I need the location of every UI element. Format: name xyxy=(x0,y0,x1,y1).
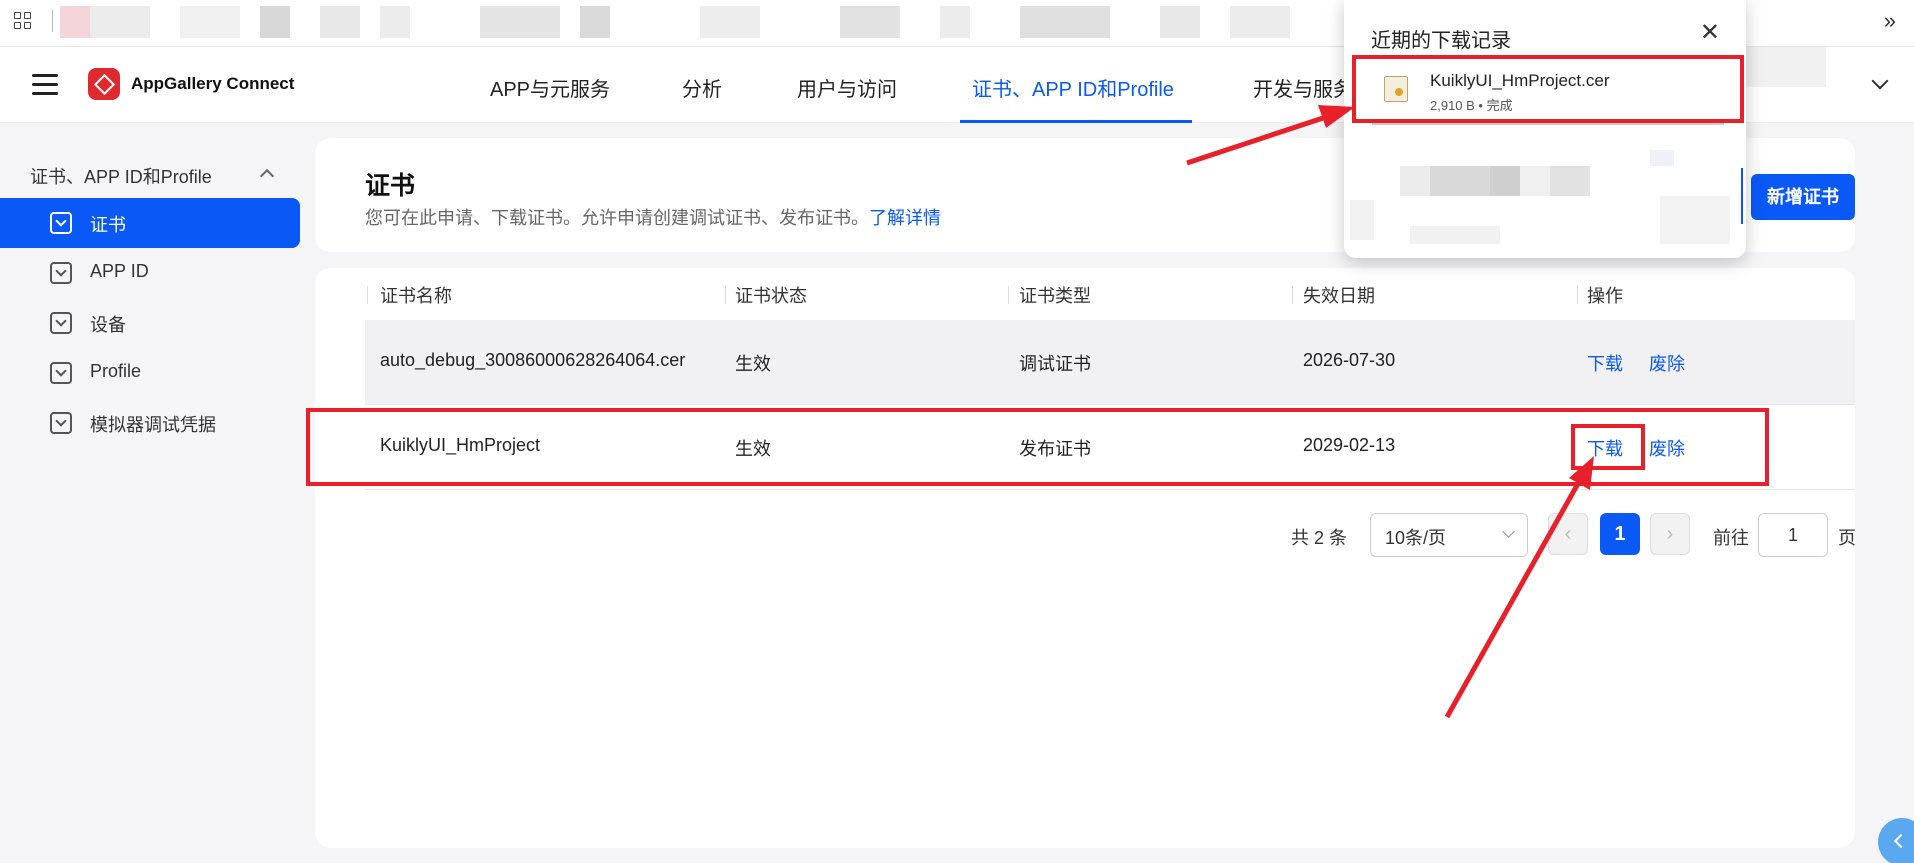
page-suffix: 页 xyxy=(1838,528,1856,548)
column-separator xyxy=(725,286,726,304)
description-text: 您可在此申请、下载证书。允许申请创建调试证书、发布证书。 xyxy=(365,208,869,228)
current-page[interactable]: 1 xyxy=(1600,513,1640,555)
page-size-value: 10条/页 xyxy=(1385,528,1447,548)
downloads-title: 近期的下载记录 xyxy=(1371,30,1511,52)
sidebar-item-profile[interactable]: Profile xyxy=(0,348,300,398)
blurred-download-list xyxy=(1350,150,1740,244)
page-description: 您可在此申请、下载证书。允许申请创建调试证书、发布证书。了解详情 xyxy=(365,204,941,230)
sidebar-item-label: 模拟器调试凭据 xyxy=(90,415,216,435)
sidebar-group-label[interactable]: 证书、APP ID和Profile xyxy=(30,163,212,189)
sidebar-item-certificates[interactable]: 证书 xyxy=(0,198,300,248)
sidebar-item-label: Profile xyxy=(90,361,142,381)
certificate-icon xyxy=(50,212,72,234)
download-link[interactable]: 下载 xyxy=(1587,350,1623,376)
blurred-account xyxy=(1746,47,1826,87)
column-header-expiry: 失效日期 xyxy=(1303,286,1375,306)
chevron-down-icon[interactable] xyxy=(1871,72,1889,90)
sidebar-item-devices[interactable]: 设备 xyxy=(0,298,300,348)
table-row: auto_debug_30086000628264064.cer 生效 调试证书… xyxy=(365,320,1855,404)
column-header-type: 证书类型 xyxy=(1019,286,1091,306)
app-id-icon xyxy=(50,262,72,284)
column-separator xyxy=(1008,286,1009,304)
revoke-link[interactable]: 废除 xyxy=(1649,350,1685,376)
sidebar-item-label: 证书 xyxy=(90,215,126,235)
apps-grid-icon[interactable] xyxy=(14,12,34,32)
chevron-left-icon[interactable] xyxy=(1878,818,1914,863)
downloads-popup: 近期的下载记录 ✕ KuiklyUI_HmProject.cer 2,910 B… xyxy=(1344,0,1746,258)
column-header-status: 证书状态 xyxy=(735,286,807,306)
profile-icon xyxy=(50,362,72,384)
column-separator xyxy=(1292,286,1293,304)
bookmarks-overflow-icon[interactable]: » xyxy=(1884,8,1896,34)
menu-icon[interactable] xyxy=(32,74,58,95)
cell-name: auto_debug_30086000628264064.cer xyxy=(380,350,686,370)
sidebar-item-label: 设备 xyxy=(90,315,126,335)
sidebar-item-app-id[interactable]: APP ID xyxy=(0,248,300,298)
bookmark-separator xyxy=(52,10,53,32)
tab-app-services[interactable]: APP与元服务 xyxy=(490,73,610,102)
active-tab-indicator xyxy=(960,120,1192,123)
annotation-box-download-item xyxy=(1352,55,1744,123)
row-divider xyxy=(365,489,1855,490)
appgallery-logo[interactable] xyxy=(88,68,120,100)
close-icon[interactable]: ✕ xyxy=(1700,18,1720,47)
sidebar-item-label: APP ID xyxy=(90,261,149,281)
popup-scrollbar[interactable] xyxy=(1741,168,1743,224)
tab-certificates[interactable]: 证书、APP ID和Profile xyxy=(972,73,1174,102)
annotation-box-row xyxy=(306,408,1769,486)
goto-label: 前往 xyxy=(1713,528,1749,548)
cell-type: 调试证书 xyxy=(1019,354,1091,374)
certificate-table-card: 证书名称 证书状态 证书类型 失效日期 操作 auto_debug_300860… xyxy=(315,268,1856,848)
prev-page-button[interactable]: ‹ xyxy=(1548,513,1588,555)
tab-analytics[interactable]: 分析 xyxy=(682,73,722,102)
cell-status: 生效 xyxy=(735,354,771,374)
brand-name[interactable]: AppGallery Connect xyxy=(131,74,294,94)
tab-dev-services[interactable]: 开发与服务 xyxy=(1253,73,1353,102)
learn-more-link[interactable]: 了解详情 xyxy=(869,208,941,228)
chevron-up-icon[interactable] xyxy=(259,168,275,184)
cell-expiry: 2026-07-30 xyxy=(1303,350,1396,370)
goto-page-input[interactable]: 1 xyxy=(1758,513,1828,557)
blurred-bookmarks xyxy=(60,6,1350,38)
column-header-name: 证书名称 xyxy=(380,286,452,306)
column-header-actions: 操作 xyxy=(1587,286,1623,306)
emulator-icon xyxy=(50,412,72,434)
pagination-total: 共 2 条 xyxy=(1291,528,1348,548)
chevron-down-icon xyxy=(1502,525,1515,538)
next-page-button[interactable]: › xyxy=(1650,513,1690,555)
annotation-box-download xyxy=(1571,424,1645,470)
new-certificate-button[interactable]: 新增证书 xyxy=(1751,174,1855,220)
sidebar: 证书、APP ID和Profile 证书 APP ID 设备 Profile 模… xyxy=(0,123,314,863)
column-separator xyxy=(1577,286,1578,304)
page-size-select[interactable]: 10条/页 xyxy=(1370,513,1528,557)
page-title: 证书 xyxy=(365,172,416,200)
column-separator xyxy=(367,286,368,304)
device-icon xyxy=(50,312,72,334)
tab-users-access[interactable]: 用户与访问 xyxy=(797,73,897,102)
sidebar-item-emulator-credentials[interactable]: 模拟器调试凭据 xyxy=(0,398,300,448)
